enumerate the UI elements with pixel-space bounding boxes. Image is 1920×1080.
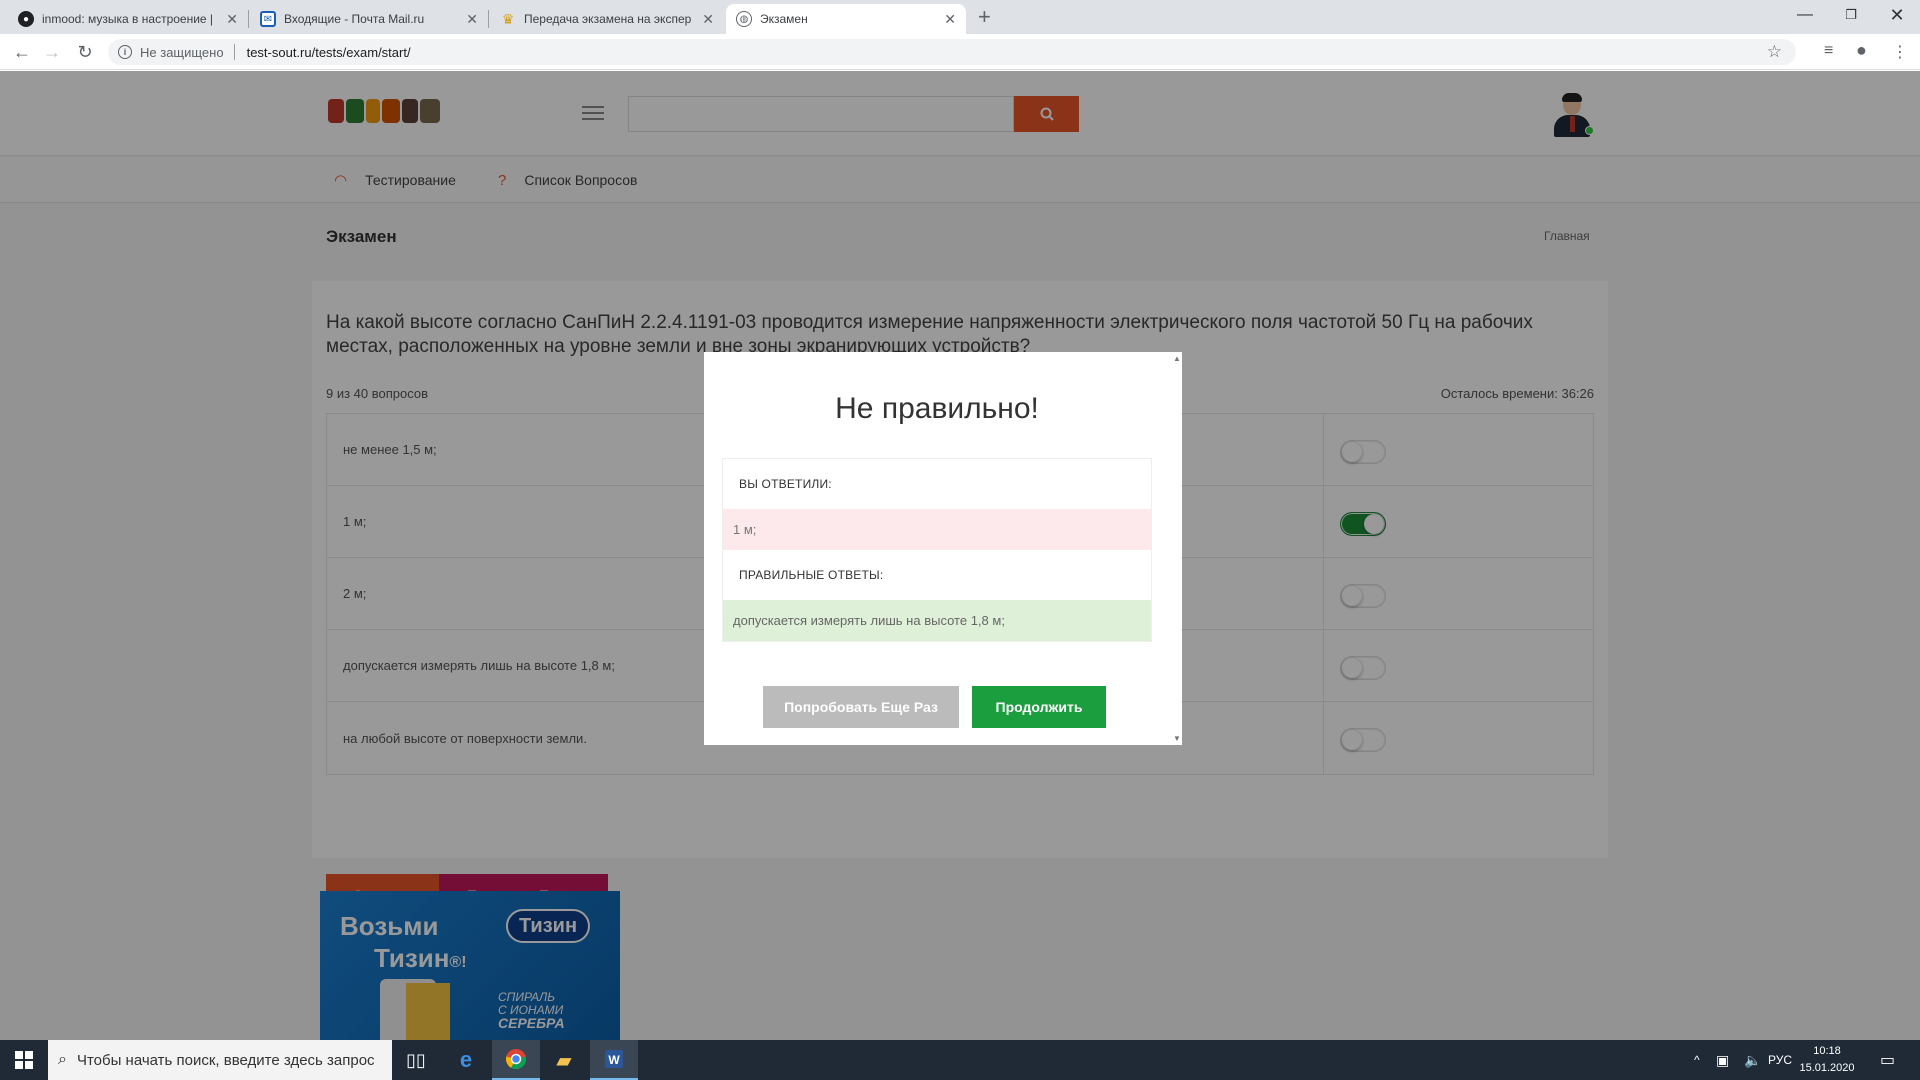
restore-icon[interactable]: ❐ — [1828, 0, 1874, 30]
result-table: ВЫ ОТВЕТИЛИ: 1 м; ПРАВИЛЬНЫЕ ОТВЕТЫ: доп… — [722, 458, 1152, 642]
modal-scrollbar[interactable]: ▲ ▼ — [1170, 352, 1182, 745]
browser-tab-exam[interactable]: ◍ Экзамен ✕ — [726, 4, 966, 34]
svg-text:W: W — [608, 1053, 620, 1067]
new-tab-button[interactable]: + — [978, 4, 991, 30]
security-label[interactable]: Не защищено — [140, 45, 224, 60]
profile-icon[interactable]: ● — [1856, 40, 1867, 61]
taskbar-search-placeholder: Чтобы начать поиск, введите здесь запрос — [76, 1051, 375, 1069]
taskbar-clock[interactable]: 10:18 15.01.2020 — [1794, 1043, 1860, 1077]
your-answer-value: 1 м; — [723, 509, 1151, 550]
correct-answers-label: ПРАВИЛЬНЫЕ ОТВЕТЫ: — [739, 568, 884, 582]
music-disc-icon: ● — [18, 11, 34, 27]
mail-icon: ✉ — [260, 11, 276, 27]
taskbar-search-input[interactable]: ⌕ Чтобы начать поиск, введите здесь запр… — [48, 1040, 392, 1080]
tab-separator — [488, 10, 489, 28]
clock-time: 10:18 — [1813, 1045, 1841, 1057]
tab-separator — [248, 10, 249, 28]
minimize-icon[interactable]: — — [1782, 0, 1828, 30]
windows-taskbar: ⌕ Чтобы начать поиск, введите здесь запр… — [0, 1040, 1920, 1080]
notifications-icon[interactable]: ▭ — [1880, 1040, 1895, 1080]
modal-title: Не правильно! — [835, 392, 1039, 425]
clock-date: 15.01.2020 — [1799, 1062, 1855, 1074]
back-arrow-icon[interactable]: ← — [10, 40, 34, 64]
browser-tab-exam-transfer[interactable]: ♛ Передача экзамена на экспер ✕ — [490, 4, 724, 34]
media-playlist-icon[interactable]: ≡ — [1824, 42, 1833, 60]
divider — [233, 44, 235, 60]
chrome-browser-icon[interactable] — [492, 1040, 540, 1080]
globe-icon: ◍ — [736, 11, 752, 27]
close-window-icon[interactable]: ✕ — [1874, 0, 1920, 30]
url-input[interactable]: i Не защищено test-sout.ru/tests/exam/st… — [108, 39, 1796, 65]
language-indicator[interactable]: РУС — [1768, 1040, 1792, 1080]
browser-tab-inmood[interactable]: ● inmood: музыка в настроение | ✕ — [8, 4, 248, 34]
info-icon[interactable]: i — [118, 45, 132, 59]
file-explorer-icon[interactable]: ▰ — [540, 1040, 588, 1080]
start-button[interactable] — [0, 1040, 48, 1080]
close-icon[interactable]: ✕ — [702, 11, 714, 28]
result-modal: ▲ ▼ Не правильно! ВЫ ОТВЕТИЛИ: 1 м; ПРАВ… — [704, 352, 1182, 745]
search-icon: ⌕ — [58, 1051, 67, 1068]
menu-dots-icon[interactable]: ⋮ — [1892, 42, 1908, 62]
close-icon[interactable]: ✕ — [226, 11, 238, 28]
edge-browser-icon[interactable]: e — [442, 1040, 490, 1080]
reload-icon[interactable]: ↻ — [73, 40, 97, 64]
close-icon[interactable]: ✕ — [466, 11, 478, 28]
bookmark-star-icon[interactable]: ☆ — [1767, 42, 1782, 62]
your-answer-label: ВЫ ОТВЕТИЛИ: — [739, 477, 832, 491]
close-icon[interactable]: ✕ — [944, 11, 956, 28]
correct-answer-value: допускается измерять лишь на высоте 1,8 … — [723, 600, 1151, 641]
tab-title: Передача экзамена на экспер — [524, 12, 692, 26]
tab-title: Входящие - Почта Mail.ru — [284, 12, 425, 26]
word-icon[interactable]: W — [590, 1040, 638, 1080]
browser-tab-mail[interactable]: ✉ Входящие - Почта Mail.ru ✕ — [250, 4, 488, 34]
retry-button[interactable]: Попробовать Еще Раз — [763, 686, 959, 728]
tab-title: inmood: музыка в настроение | — [42, 12, 214, 26]
url-text[interactable]: test-sout.ru/tests/exam/start/ — [247, 45, 411, 60]
continue-button[interactable]: Продолжить — [972, 686, 1106, 728]
windows-logo-icon — [15, 1051, 33, 1069]
tab-title: Экзамен — [760, 12, 808, 26]
scroll-down-icon[interactable]: ▼ — [1173, 734, 1181, 743]
tray-chevron-icon[interactable]: ^ — [1694, 1040, 1700, 1080]
address-bar: ← → ↻ i Не защищено test-sout.ru/tests/e… — [0, 34, 1920, 70]
task-view-icon[interactable]: ▯▯ — [392, 1040, 440, 1080]
crown-icon: ♛ — [501, 10, 515, 27]
network-icon[interactable]: ▣ — [1716, 1040, 1729, 1080]
forward-arrow-icon[interactable]: → — [40, 40, 64, 64]
scroll-up-icon[interactable]: ▲ — [1173, 354, 1181, 363]
browser-tab-bar: ● inmood: музыка в настроение | ✕ ✉ Вход… — [0, 0, 1920, 34]
volume-icon[interactable]: 🔈 — [1744, 1040, 1761, 1080]
